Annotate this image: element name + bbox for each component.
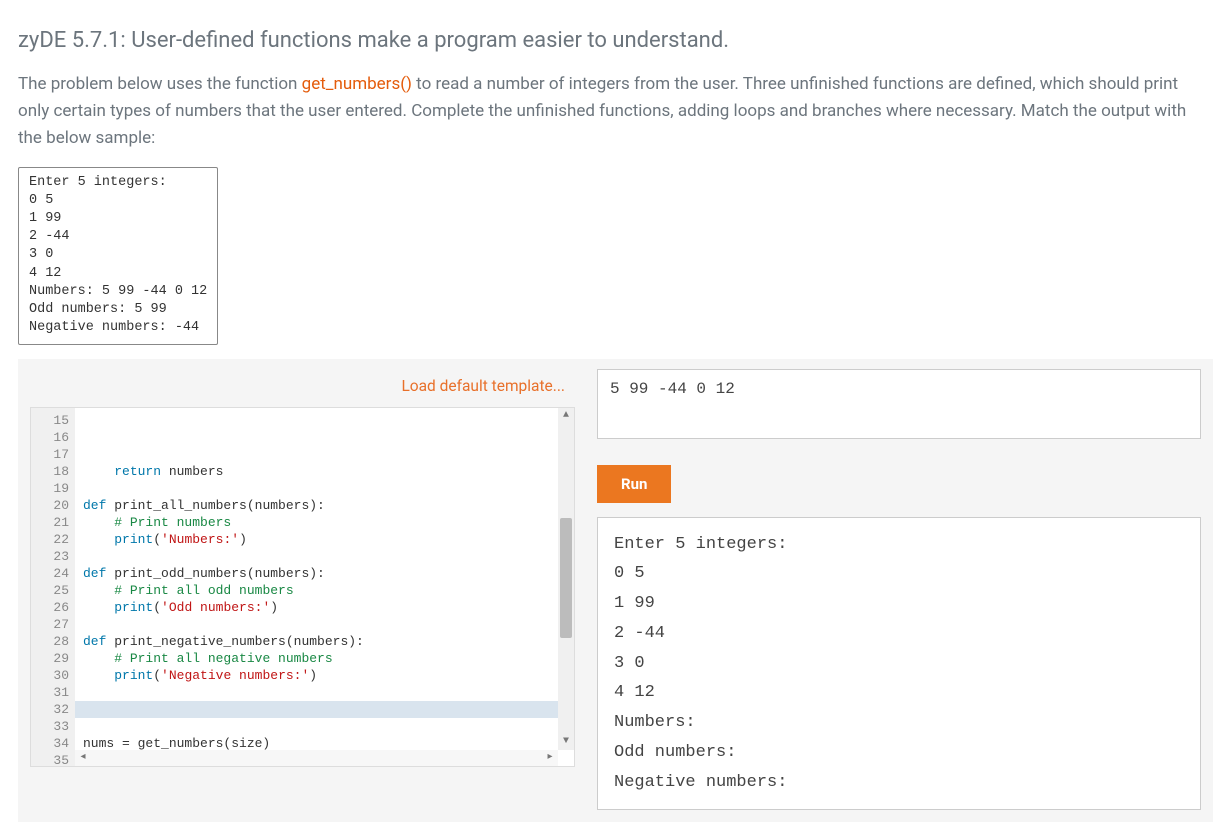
scroll-right-arrow-icon[interactable]: ▸ [542, 750, 558, 766]
code-line[interactable] [83, 548, 550, 565]
right-column: Run Enter 5 integers: 0 5 1 99 2 -44 3 0… [597, 369, 1201, 811]
vertical-scrollbar[interactable]: ▲ ▼ [558, 408, 574, 750]
code-editor[interactable]: 1516171819202122232425262728293031323334… [30, 407, 575, 767]
function-name: get_numbers() [302, 74, 412, 94]
left-column: Load default template... 151617181920212… [30, 369, 575, 767]
code-line[interactable] [83, 480, 550, 497]
code-line[interactable] [83, 616, 550, 633]
title-prefix: zyDE 5.7.1: [18, 28, 131, 53]
scroll-up-arrow-icon[interactable]: ▲ [558, 408, 574, 424]
code-line[interactable] [83, 718, 550, 735]
code-line[interactable] [83, 701, 550, 718]
scroll-left-arrow-icon[interactable]: ◂ [75, 750, 91, 766]
editor-code-area[interactable]: return numbers def print_all_numbers(num… [75, 408, 558, 750]
ide-area: Load default template... 151617181920212… [18, 359, 1213, 823]
page-title: zyDE 5.7.1: User-defined functions make … [18, 28, 1213, 53]
editor-gutter: 1516171819202122232425262728293031323334… [31, 408, 75, 766]
code-line[interactable]: def print_all_numbers(numbers): [83, 497, 550, 514]
problem-description: The problem below uses the function get_… [18, 71, 1213, 153]
code-line[interactable]: nums = get_numbers(size) [83, 735, 550, 750]
stdin-input[interactable] [597, 369, 1201, 439]
scroll-down-arrow-icon[interactable]: ▼ [558, 734, 574, 750]
sample-output-box: Enter 5 integers: 0 5 1 99 2 -44 3 0 4 1… [18, 167, 218, 345]
code-line[interactable]: return numbers [83, 463, 550, 480]
code-line[interactable]: # Print all negative numbers [83, 650, 550, 667]
program-output: Enter 5 integers: 0 5 1 99 2 -44 3 0 4 1… [597, 517, 1201, 811]
code-line[interactable]: def print_negative_numbers(numbers): [83, 633, 550, 650]
code-line[interactable]: print('Odd numbers:') [83, 599, 550, 616]
code-line[interactable]: def print_odd_numbers(numbers): [83, 565, 550, 582]
code-line[interactable]: print('Negative numbers:') [83, 667, 550, 684]
run-button[interactable]: Run [597, 465, 671, 503]
code-line[interactable] [83, 684, 550, 701]
title-text: User-defined functions make a program ea… [131, 28, 729, 53]
code-line[interactable]: # Print all odd numbers [83, 582, 550, 599]
scroll-thumb[interactable] [560, 518, 572, 638]
horizontal-scrollbar[interactable]: ◂ ▸ [75, 750, 558, 766]
code-line[interactable]: print('Numbers:') [83, 531, 550, 548]
code-line[interactable]: # Print numbers [83, 514, 550, 531]
load-default-template-link[interactable]: Load default template... [30, 369, 575, 407]
